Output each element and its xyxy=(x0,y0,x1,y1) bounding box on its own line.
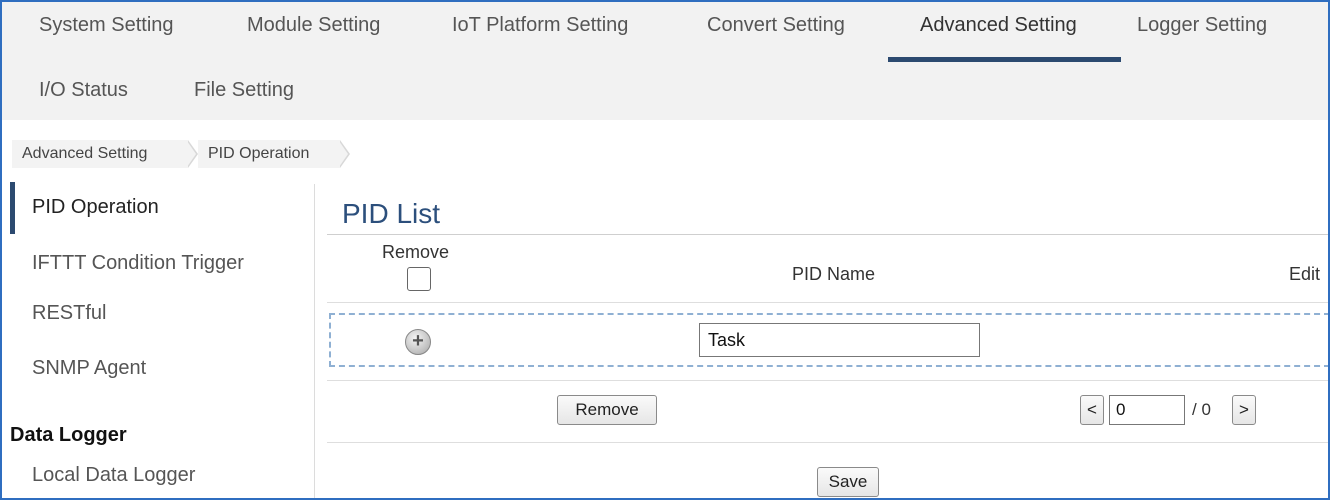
breadcrumb-end-arrow-inner xyxy=(339,141,348,167)
column-header-edit: Edit xyxy=(1289,264,1321,284)
page-title: PID List xyxy=(342,198,441,229)
breadcrumb-separator-inner xyxy=(187,141,196,167)
sidebar-item-restful[interactable]: RESTful xyxy=(32,302,106,325)
title-divider xyxy=(327,234,1328,235)
sidebar-active-indicator xyxy=(10,182,15,234)
sidebar-item-local-data-logger[interactable]: Local Data Logger xyxy=(32,464,195,487)
row-divider xyxy=(327,380,1328,381)
sidebar xyxy=(2,184,314,498)
pid-name-input[interactable] xyxy=(699,323,980,357)
tab-advanced-setting[interactable]: Advanced Setting xyxy=(920,14,1077,37)
tab-file-setting[interactable]: File Setting xyxy=(194,79,294,102)
breadcrumb-item-pid-operation[interactable]: PID Operation xyxy=(198,140,340,168)
plus-circle-icon[interactable]: + xyxy=(405,329,431,355)
tab-system-setting[interactable]: System Setting xyxy=(39,14,174,37)
tab-io-status[interactable]: I/O Status xyxy=(39,79,128,102)
sidebar-divider xyxy=(314,184,315,498)
page-total: / 0 xyxy=(1192,400,1211,419)
sidebar-item-snmp-agent[interactable]: SNMP Agent xyxy=(32,357,146,380)
prev-page-button[interactable]: < xyxy=(1080,395,1104,425)
app-frame: System Setting Module Setting IoT Platfo… xyxy=(0,0,1330,500)
column-header-pid-name: PID Name xyxy=(792,264,876,284)
header-divider xyxy=(327,302,1328,303)
breadcrumb-item-advanced-setting[interactable]: Advanced Setting xyxy=(12,140,188,168)
next-page-button[interactable]: > xyxy=(1232,395,1256,425)
column-header-remove: Remove xyxy=(382,242,450,262)
tab-iot-platform-setting[interactable]: IoT Platform Setting xyxy=(452,14,628,37)
sidebar-item-ifttt-condition-trigger[interactable]: IFTTT Condition Trigger xyxy=(32,252,244,275)
tab-logger-setting[interactable]: Logger Setting xyxy=(1137,14,1267,37)
sidebar-section-data-logger: Data Logger xyxy=(10,424,127,446)
save-button[interactable]: Save xyxy=(817,467,879,497)
footer-divider xyxy=(327,442,1328,443)
top-nav: System Setting Module Setting IoT Platfo… xyxy=(2,2,1328,120)
page-number-input[interactable] xyxy=(1109,395,1185,425)
remove-button[interactable]: Remove xyxy=(557,395,657,425)
remove-all-checkbox[interactable] xyxy=(407,267,431,291)
sidebar-item-pid-operation[interactable]: PID Operation xyxy=(32,196,159,219)
active-tab-indicator xyxy=(888,57,1121,62)
tab-module-setting[interactable]: Module Setting xyxy=(247,14,380,37)
tab-convert-setting[interactable]: Convert Setting xyxy=(707,14,845,37)
